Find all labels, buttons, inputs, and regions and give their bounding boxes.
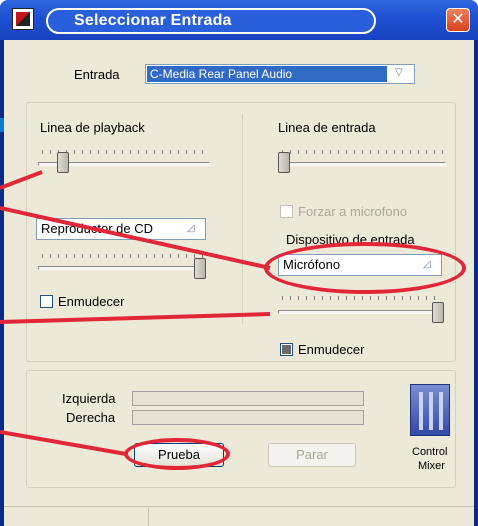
control-mixer-icon[interactable] (410, 384, 450, 436)
app-icon (12, 8, 34, 30)
input-label: Linea de entrada (278, 120, 376, 135)
mixer-label-line2: Mixer (418, 460, 445, 472)
entrada-dropdown[interactable]: C-Media Rear Panel Audio ▽ (145, 64, 415, 84)
stop-button[interactable]: Parar (268, 443, 356, 467)
force-mic-checkbox[interactable] (280, 205, 293, 218)
input-mute-checkbox[interactable] (280, 343, 293, 356)
window-title: Seleccionar Entrada (74, 12, 232, 29)
input-ticks (282, 150, 446, 154)
group-divider (242, 114, 243, 324)
source-ticks (42, 254, 206, 258)
device-ticks (282, 296, 442, 300)
left-level-meter (132, 391, 364, 406)
edge-marker (0, 118, 4, 132)
right-level-meter (132, 410, 364, 425)
entrada-label: Entrada (74, 67, 120, 82)
input-slider-thumb[interactable] (278, 152, 290, 173)
playback-mute-checkbox[interactable] (40, 295, 53, 308)
annotation-ring-device (264, 242, 466, 294)
playback-mute-label: Enmudecer (58, 294, 125, 309)
status-separator (148, 508, 149, 526)
status-bar (4, 506, 474, 526)
source-slider-thumb[interactable] (194, 258, 206, 279)
entrada-selected-value: C-Media Rear Panel Audio (147, 66, 387, 82)
chevron-down-icon: ▽ (395, 67, 403, 78)
right-channel-label: Derecha (66, 410, 116, 425)
playback-source-dropdown[interactable]: Reproductor de CD ◿ (36, 218, 206, 240)
playback-slider-thumb[interactable] (57, 152, 70, 173)
device-slider-thumb[interactable] (432, 302, 444, 323)
input-slider-track[interactable] (278, 162, 446, 166)
mixer-label-line1: Control (412, 446, 448, 458)
device-slider-track[interactable] (278, 310, 444, 314)
input-mute-label: Enmudecer (298, 342, 365, 357)
chevron-down-icon: ◿ (187, 223, 195, 234)
dialog-window: Seleccionar Entrada ✕ Entrada C-Media Re… (0, 0, 478, 526)
source-slider-track[interactable] (38, 266, 206, 270)
left-channel-label: Izquierda (62, 391, 116, 406)
close-button[interactable]: ✕ (446, 8, 470, 32)
annotation-ring-test (124, 438, 230, 470)
force-mic-label: Forzar a microfono (298, 204, 408, 219)
test-group-frame (26, 370, 456, 488)
title-bar[interactable]: Seleccionar Entrada ✕ (0, 0, 478, 40)
playback-source-value: Reproductor de CD (41, 221, 153, 236)
playback-label: Linea de playback (40, 120, 145, 135)
